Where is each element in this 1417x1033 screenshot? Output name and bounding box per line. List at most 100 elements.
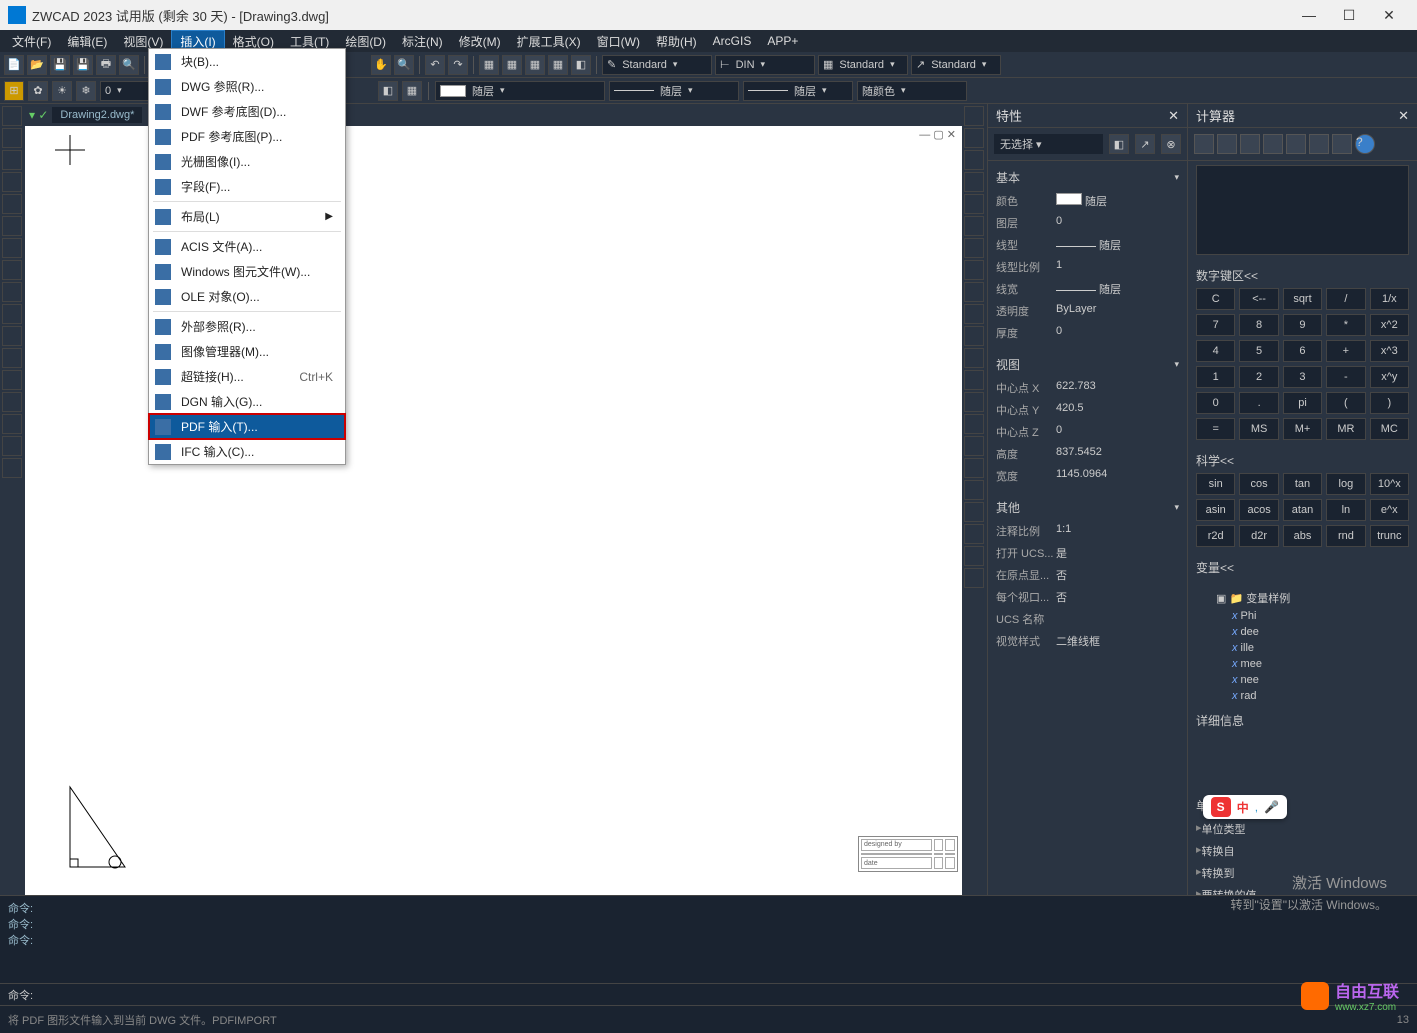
modify-stretch-icon[interactable] [964, 282, 984, 302]
layer-tool-icon[interactable]: ☀ [52, 81, 72, 101]
property-row[interactable]: 中心点 Y420.5 [996, 399, 1179, 421]
calc-button[interactable]: 1 [1196, 366, 1235, 388]
calc-sci-button[interactable]: tan [1283, 473, 1322, 495]
property-row[interactable]: 颜色 随层 [996, 190, 1179, 212]
context-menu-item[interactable]: 布局(L)▶ [149, 204, 345, 229]
context-menu-item[interactable]: PDF 输入(T)... [149, 414, 345, 439]
context-menu-item[interactable]: Windows 图元文件(W)... [149, 259, 345, 284]
modify-rotate-icon[interactable] [964, 238, 984, 258]
property-value[interactable]: 随层 [1056, 193, 1179, 209]
modify-array-icon[interactable] [964, 194, 984, 214]
modify-explode-icon[interactable] [964, 436, 984, 456]
calc-intersect-icon[interactable] [1332, 134, 1352, 154]
property-row[interactable]: 宽度1145.0964 [996, 465, 1179, 487]
arc-tool-icon[interactable] [2, 172, 22, 192]
calc-history-icon[interactable] [1217, 134, 1237, 154]
layer-tool-icon[interactable]: ❄ [76, 81, 96, 101]
calc-button[interactable]: <-- [1239, 288, 1278, 310]
modify-tool-icon[interactable] [964, 546, 984, 566]
mleader-style-dropdown[interactable]: ↗Standard▾ [911, 55, 1001, 75]
calc-button[interactable]: ( [1326, 392, 1365, 414]
calc-button[interactable]: C [1196, 288, 1235, 310]
calc-sci-button[interactable]: d2r [1239, 525, 1278, 547]
variable-item[interactable]: x rad [1204, 688, 1401, 704]
calc-angle-icon[interactable] [1309, 134, 1329, 154]
group-title-view[interactable]: 视图▾ [996, 352, 1179, 377]
property-value[interactable]: ByLayer [1056, 303, 1179, 319]
variable-item[interactable]: x nee [1204, 672, 1401, 688]
calc-dist-icon[interactable] [1286, 134, 1306, 154]
calc-sci-button[interactable]: log [1326, 473, 1365, 495]
context-menu-item[interactable]: 外部参照(R)... [149, 314, 345, 339]
menu-modify[interactable]: 修改(M) [451, 31, 509, 52]
calc-sci-button[interactable]: asin [1196, 499, 1235, 521]
spline-tool-icon[interactable] [2, 238, 22, 258]
calc-sci-button[interactable]: ln [1326, 499, 1365, 521]
calc-button[interactable]: MC [1370, 418, 1409, 440]
calc-button[interactable]: 9 [1283, 314, 1322, 336]
calc-button[interactable]: x^y [1370, 366, 1409, 388]
color-dropdown[interactable]: 随层▾ [435, 81, 605, 101]
calc-clear-icon[interactable] [1194, 134, 1214, 154]
layer-icon[interactable]: ⊞ [4, 81, 24, 101]
property-row[interactable]: 线型 随层 [996, 234, 1179, 256]
property-value[interactable]: 837.5452 [1056, 446, 1179, 462]
property-value[interactable]: 1:1 [1056, 523, 1179, 539]
ellipse-tool-icon[interactable] [2, 216, 22, 236]
calc-sci-button[interactable]: trunc [1370, 525, 1409, 547]
properties-close-icon[interactable]: ✕ [1168, 108, 1179, 124]
calc-button[interactable]: = [1196, 418, 1235, 440]
calc-button[interactable]: MS [1239, 418, 1278, 440]
menu-arcgis[interactable]: ArcGIS [705, 32, 760, 50]
layer-icon[interactable]: ◧ [378, 81, 398, 101]
calc-button[interactable]: MR [1326, 418, 1365, 440]
property-row[interactable]: 高度837.5452 [996, 443, 1179, 465]
property-row[interactable]: 打开 UCS...是 [996, 542, 1179, 564]
table-tool-icon[interactable] [2, 370, 22, 390]
calc-button[interactable]: 2 [1239, 366, 1278, 388]
calc-sci-button[interactable]: r2d [1196, 525, 1235, 547]
calc-paste-icon[interactable] [1240, 134, 1260, 154]
calc-button[interactable]: sqrt [1283, 288, 1322, 310]
minimize-button[interactable]: — [1289, 0, 1329, 30]
calc-sci-button[interactable]: e^x [1370, 499, 1409, 521]
variable-item[interactable]: x dee [1204, 624, 1401, 640]
undo-icon[interactable]: ↶ [425, 55, 445, 75]
calc-sci-title[interactable]: 科学<< [1196, 448, 1409, 473]
menu-window[interactable]: 窗口(W) [589, 31, 648, 52]
tool-icon[interactable]: ▦ [525, 55, 545, 75]
property-value[interactable]: 622.783 [1056, 380, 1179, 396]
new-icon[interactable]: 📄 [4, 55, 24, 75]
property-value[interactable]: 否 [1056, 589, 1179, 605]
context-menu-item[interactable]: 字段(F)... [149, 174, 345, 199]
modify-tool-icon[interactable] [964, 458, 984, 478]
calc-sci-button[interactable]: atan [1283, 499, 1322, 521]
region-tool-icon[interactable] [2, 392, 22, 412]
calc-button[interactable]: + [1326, 340, 1365, 362]
property-row[interactable]: 线型比例1 [996, 256, 1179, 278]
calc-button[interactable]: 6 [1283, 340, 1322, 362]
calc-sci-button[interactable]: 10^x [1370, 473, 1409, 495]
point-tool-icon[interactable] [2, 304, 22, 324]
circle-tool-icon[interactable] [2, 150, 22, 170]
calc-button[interactable]: 5 [1239, 340, 1278, 362]
group-title-other[interactable]: 其他▾ [996, 495, 1179, 520]
lineweight-dropdown[interactable]: 随层▾ [743, 81, 853, 101]
property-value[interactable]: 随层 [1056, 281, 1179, 297]
calc-button[interactable]: pi [1283, 392, 1322, 414]
calc-button[interactable]: 8 [1239, 314, 1278, 336]
property-value[interactable]: 随层 [1056, 237, 1179, 253]
context-menu-item[interactable]: IFC 输入(C)... [149, 439, 345, 464]
calc-sci-button[interactable]: acos [1239, 499, 1278, 521]
calc-button[interactable]: M+ [1283, 418, 1322, 440]
revcloud-tool-icon[interactable] [2, 436, 22, 456]
selection-dropdown[interactable]: 无选择 ▾ ◧ ↗ ⊗ [988, 128, 1187, 161]
calc-sci-button[interactable]: sin [1196, 473, 1235, 495]
context-menu-item[interactable]: ACIS 文件(A)... [149, 234, 345, 259]
text-style-dropdown[interactable]: ✎Standard▾ [602, 55, 712, 75]
plotstyle-dropdown[interactable]: 随颜色▾ [857, 81, 967, 101]
property-value[interactable]: 0 [1056, 215, 1179, 231]
calc-button[interactable]: 3 [1283, 366, 1322, 388]
property-value[interactable]: 二维线框 [1056, 633, 1179, 649]
unit-row[interactable]: ▸ 单位类型 [1196, 818, 1409, 840]
